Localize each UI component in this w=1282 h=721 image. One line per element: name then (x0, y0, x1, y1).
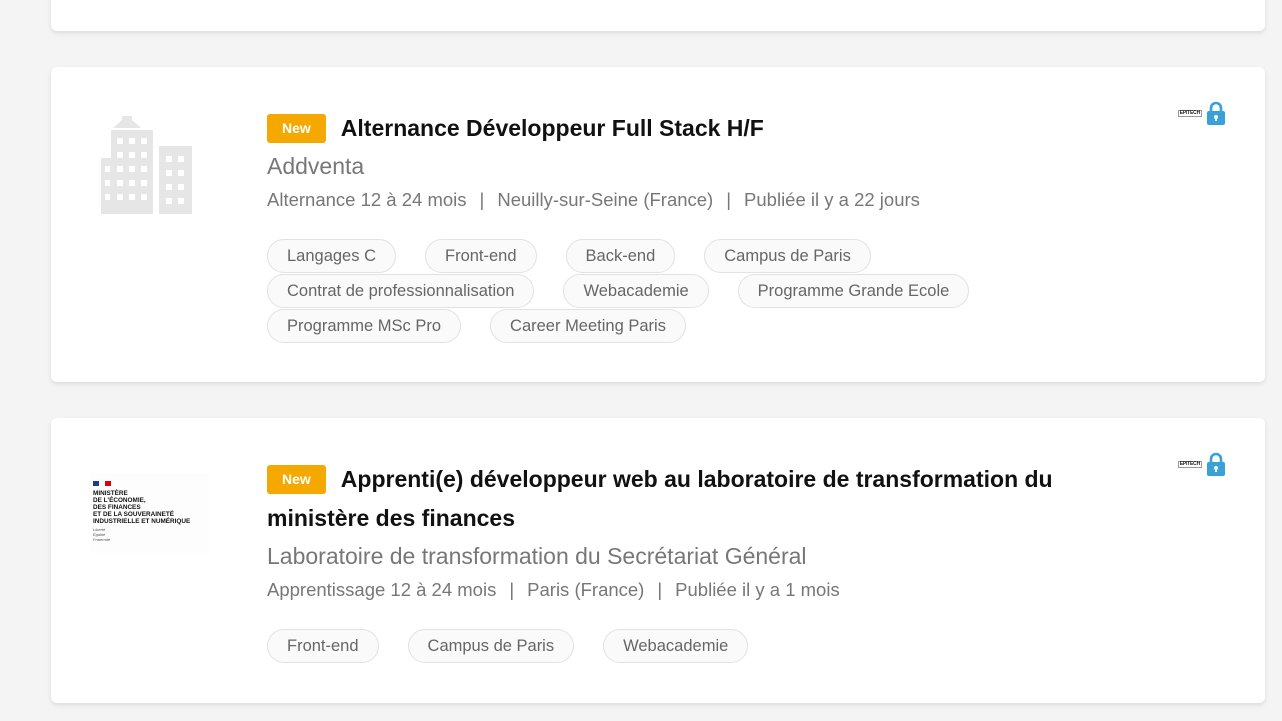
tag[interactable]: Webacademie (563, 274, 709, 308)
logo-text: DES FINANCES (93, 504, 141, 511)
job-title[interactable]: Apprenti(e) développeur web au laboratoi… (267, 466, 1053, 531)
job-meta: Alternance 12 à 24 mois | Neuilly-sur-Sein… (267, 188, 1147, 212)
tag-list: Langages C Front-end Back-end Campus de … (267, 239, 1147, 343)
tag[interactable]: Front-end (267, 629, 379, 663)
new-badge: New (267, 465, 326, 494)
tag[interactable]: Webacademie (603, 629, 749, 663)
tag[interactable]: Campus de Paris (704, 239, 871, 273)
meta-separator: | (657, 579, 663, 600)
tag[interactable]: Programme MSc Pro (267, 309, 462, 343)
contract-type: Alternance 12 à 24 mois (267, 189, 467, 210)
ministere-logo: MINISTÈRE DE L'ÉCONOMIE, DES FINANCES ET… (91, 473, 209, 553)
meta-separator: | (509, 579, 515, 600)
lock-icon (1207, 452, 1225, 476)
job-title-row: New Alternance Développeur Full Stack H/F (267, 109, 1147, 148)
building-icon (99, 114, 194, 214)
job-title[interactable]: Alternance Développeur Full Stack H/F (341, 115, 764, 141)
published-date: Publiée il y a 1 mois (675, 579, 840, 600)
logo-motto: Liberté Égalité Fraternité (93, 527, 209, 542)
new-badge: New (267, 114, 326, 143)
tag[interactable]: Campus de Paris (407, 629, 575, 663)
tag-list: Front-end Campus de Paris Webacademie (267, 629, 1137, 663)
tag[interactable]: Career Meeting Paris (490, 309, 686, 343)
tag[interactable]: Programme Grande Ecole (737, 274, 970, 308)
job-card-previous[interactable] (51, 0, 1265, 31)
epitech-logo: EPITECH (1177, 460, 1202, 468)
french-flag-icon (93, 481, 111, 486)
lock-icon (1207, 101, 1225, 125)
meta-separator: | (479, 189, 485, 210)
job-card[interactable]: MINISTÈRE DE L'ÉCONOMIE, DES FINANCES ET… (51, 418, 1265, 703)
job-location: Paris (France) (527, 579, 645, 600)
company-name: Addventa (267, 153, 365, 179)
tag[interactable]: Front-end (425, 239, 537, 273)
logo-text: INDUSTRIELLE ET NUMÉRIQUE (93, 518, 191, 525)
logo-text: MINISTÈRE (93, 490, 128, 497)
epitech-logo: EPITECH (1177, 109, 1202, 117)
job-card[interactable]: New Alternance Développeur Full Stack H/F… (51, 67, 1265, 382)
card-status: EPITECH (1177, 101, 1226, 125)
meta-separator: | (726, 189, 732, 210)
card-status: EPITECH (1177, 452, 1226, 476)
logo-text: ET DE LA SOUVERAINETÉ (93, 511, 175, 518)
job-title-row: New Apprenti(e) développeur web au labora… (267, 460, 1137, 538)
contract-type: Apprentissage 12 à 24 mois (267, 579, 497, 600)
tag[interactable]: Contrat de professionnalisation (267, 274, 535, 308)
logo-motto-line: Fraternité (93, 537, 111, 542)
company-name: Laboratoire de transformation du Secréta… (267, 543, 807, 569)
tag[interactable]: Langages C (267, 239, 396, 273)
job-meta: Apprentissage 12 à 24 mois | Paris (France… (267, 578, 1137, 602)
tag[interactable]: Back-end (565, 239, 676, 273)
published-date: Publiée il y a 22 jours (744, 189, 920, 210)
job-location: Neuilly-sur-Seine (France) (497, 189, 714, 210)
logo-text: DE L'ÉCONOMIE, (93, 497, 146, 504)
